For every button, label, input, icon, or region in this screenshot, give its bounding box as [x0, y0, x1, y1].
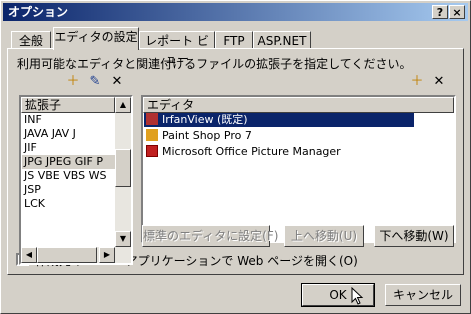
- irfanview-icon: [146, 113, 158, 125]
- add-extension-icon[interactable]: ＋: [64, 73, 82, 91]
- editors-list[interactable]: エディタ IrfanView (既定) Paint Shop Pro 7 Mic…: [141, 95, 456, 243]
- list-item[interactable]: JS VBE VBS WS: [22, 169, 115, 183]
- list-item[interactable]: INF: [22, 113, 115, 127]
- edit-extension-icon[interactable]: ✎: [86, 73, 104, 91]
- cancel-button[interactable]: キャンセル: [385, 284, 461, 306]
- scroll-thumb[interactable]: [115, 149, 131, 187]
- close-button[interactable]: ×: [449, 5, 465, 19]
- list-item-selected[interactable]: IrfanView (既定): [144, 113, 414, 127]
- scroll-down-icon[interactable]: ▼: [115, 231, 131, 247]
- list-item[interactable]: Paint Shop Pro 7: [144, 129, 414, 143]
- remove-extension-icon[interactable]: ✕: [108, 73, 126, 91]
- scroll-left-icon[interactable]: ◀: [21, 247, 37, 263]
- add-editor-icon[interactable]: ＋: [408, 73, 426, 91]
- help-button[interactable]: ?: [432, 5, 448, 19]
- list-item-selected[interactable]: JPG JPEG GIF P: [22, 155, 115, 169]
- title-bar: オプション ? ×: [3, 3, 468, 21]
- scroll-up-icon[interactable]: ▲: [115, 97, 131, 113]
- editor-label: Microsoft Office Picture Manager: [162, 145, 341, 158]
- description-text: 利用可能なエディタと関連付けるファイルの拡張子を指定してください。: [17, 57, 412, 71]
- picture-manager-icon: [146, 145, 158, 157]
- extensions-vscrollbar[interactable]: ▲ ▼: [115, 97, 131, 247]
- list-item[interactable]: Microsoft Office Picture Manager: [144, 145, 414, 159]
- extensions-hscrollbar[interactable]: ◀ ▶: [21, 247, 131, 263]
- remove-editor-icon[interactable]: ✕: [430, 73, 448, 91]
- extensions-list[interactable]: 拡張子 INF JAVA JAV J JIF JPG JPEG GIF P JS…: [19, 95, 133, 265]
- tab-ftp[interactable]: FTP: [215, 31, 253, 49]
- move-up-button[interactable]: 上へ移動(U): [284, 225, 364, 247]
- list-item[interactable]: JAVA JAV J: [22, 127, 115, 141]
- extensions-header[interactable]: 拡張子: [21, 97, 115, 113]
- list-item[interactable]: LCK: [22, 197, 115, 211]
- editor-label: Paint Shop Pro 7: [162, 129, 252, 142]
- tab-general[interactable]: 全般: [11, 31, 51, 49]
- paintshop-icon: [146, 129, 158, 141]
- tab-report-view[interactable]: レポート ビュー: [139, 31, 215, 66]
- tab-editor-settings[interactable]: エディタの設定: [53, 27, 139, 50]
- list-item[interactable]: JIF: [22, 141, 115, 155]
- dialog-title: オプション: [8, 5, 69, 19]
- editor-settings-panel: 利用可能なエディタと関連付けるファイルの拡張子を指定してください。 ＋ ✎ ✕ …: [7, 48, 464, 275]
- editors-header[interactable]: エディタ: [143, 97, 454, 113]
- editor-label: IrfanView (既定): [162, 113, 248, 126]
- options-dialog: オプション ? × 全般 エディタの設定 レポート ビュー FTP ASP.NE…: [0, 0, 471, 314]
- scroll-right-icon[interactable]: ▶: [99, 247, 115, 263]
- mouse-cursor-icon: [351, 287, 364, 305]
- tab-aspnet[interactable]: ASP.NET: [253, 31, 311, 49]
- hscroll-thumb[interactable]: [37, 247, 97, 263]
- move-down-button[interactable]: 下へ移動(W): [374, 225, 454, 247]
- set-default-editor-button[interactable]: 標準のエディタに設定(F): [142, 225, 278, 247]
- list-item[interactable]: JSP: [22, 183, 115, 197]
